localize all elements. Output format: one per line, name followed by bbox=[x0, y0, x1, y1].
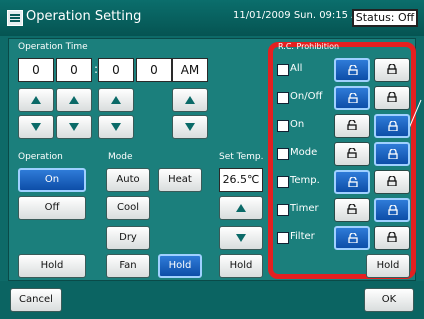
mode-cool-button[interactable]: Cool bbox=[106, 196, 150, 220]
lock-button[interactable] bbox=[374, 198, 410, 222]
temp-up-button[interactable] bbox=[219, 196, 263, 220]
mode-heat-button[interactable]: Heat bbox=[158, 168, 202, 192]
temp-field[interactable]: 26.5℃ bbox=[219, 168, 263, 192]
rc-row-label: Timer bbox=[290, 203, 319, 214]
lock-icon bbox=[387, 176, 397, 186]
cancel-button[interactable]: Cancel bbox=[10, 288, 62, 312]
lock-button[interactable] bbox=[374, 86, 410, 110]
unlock-icon bbox=[347, 120, 357, 130]
set-temp-label: Set Temp. bbox=[219, 152, 264, 162]
lock-icon bbox=[387, 92, 397, 102]
ampm-field[interactable]: AM bbox=[172, 58, 208, 82]
hour-ones-up-button[interactable] bbox=[56, 88, 92, 112]
ok-button[interactable]: OK bbox=[364, 288, 414, 312]
mode-dry-button[interactable]: Dry bbox=[106, 226, 150, 250]
footer-bar bbox=[0, 281, 424, 319]
mode-fan-button[interactable]: Fan bbox=[106, 254, 150, 278]
unlock-icon bbox=[348, 65, 358, 75]
time-hour-tens[interactable]: 0 bbox=[18, 58, 54, 82]
unlock-icon bbox=[348, 233, 358, 243]
time-minute-tens[interactable]: 0 bbox=[98, 58, 134, 82]
operation-on-button[interactable]: On bbox=[18, 168, 86, 192]
unlock-button[interactable] bbox=[334, 226, 370, 250]
unlock-button[interactable] bbox=[334, 114, 370, 138]
ampm-up-button[interactable] bbox=[172, 88, 208, 112]
lock-icon bbox=[388, 121, 398, 131]
minute-tens-up-button[interactable] bbox=[98, 88, 134, 112]
temp-hold-button[interactable]: Hold bbox=[219, 254, 263, 278]
temp-icon bbox=[277, 176, 289, 188]
lock-button[interactable] bbox=[374, 58, 410, 82]
mode-hold-button[interactable]: Hold bbox=[158, 254, 202, 278]
unlock-icon bbox=[347, 148, 357, 158]
title-bar: Operation Setting 11/01/2009 Sun. 09:15 … bbox=[0, 0, 424, 36]
hour-tens-up-button[interactable] bbox=[18, 88, 54, 112]
operation-off-button[interactable]: Off bbox=[18, 196, 86, 220]
lock-icon bbox=[388, 205, 398, 215]
lock-button[interactable] bbox=[374, 170, 410, 194]
settings-icon bbox=[7, 10, 23, 26]
filter-icon bbox=[277, 232, 289, 244]
time-hour-ones[interactable]: 0 bbox=[56, 58, 92, 82]
mode-label: Mode bbox=[108, 152, 133, 162]
rc-row-label: All bbox=[290, 63, 303, 74]
rc-row-label: Temp. bbox=[290, 175, 320, 186]
onoff-icon bbox=[277, 92, 289, 104]
temp-down-button[interactable] bbox=[219, 226, 263, 250]
hour-tens-down-button[interactable] bbox=[18, 115, 54, 139]
unlock-icon bbox=[347, 204, 357, 214]
unlock-button[interactable] bbox=[334, 142, 370, 166]
window-title: Operation Setting bbox=[26, 9, 142, 24]
operation-time-label: Operation Time bbox=[18, 42, 88, 52]
lock-button[interactable] bbox=[374, 226, 410, 250]
mode-auto-button[interactable]: Auto bbox=[106, 168, 150, 192]
lock-button[interactable] bbox=[374, 142, 410, 166]
time-minute-ones[interactable]: 0 bbox=[136, 58, 172, 82]
hour-ones-down-button[interactable] bbox=[56, 115, 92, 139]
operation-label: Operation bbox=[18, 152, 63, 162]
unlock-button[interactable] bbox=[334, 58, 370, 82]
lock-icon bbox=[387, 232, 397, 242]
rc-prohibition-label: R.C. Prohibition bbox=[278, 42, 340, 51]
rc-row-label: Mode bbox=[290, 147, 318, 158]
unlock-icon bbox=[348, 93, 358, 103]
unlock-button[interactable] bbox=[334, 198, 370, 222]
operation-hold-button[interactable]: Hold bbox=[18, 254, 86, 278]
date-time: 11/01/2009 Sun. 09:15 AM bbox=[233, 10, 367, 21]
rc-row-label: On/Off bbox=[290, 91, 323, 102]
minute-tens-down-button[interactable] bbox=[98, 115, 134, 139]
mode-icon bbox=[277, 148, 289, 160]
lock-icon bbox=[387, 64, 397, 74]
lock-icon bbox=[388, 149, 398, 159]
rc-hold-button[interactable]: Hold bbox=[366, 254, 410, 278]
unlock-button[interactable] bbox=[334, 86, 370, 110]
ampm-down-button[interactable] bbox=[172, 115, 208, 139]
status-badge: Status: Off bbox=[352, 9, 418, 27]
rc-row-label: Filter bbox=[290, 231, 315, 242]
rc-row-label: On bbox=[290, 119, 305, 130]
unlock-button[interactable] bbox=[334, 170, 370, 194]
all-icon bbox=[277, 64, 289, 76]
on-icon bbox=[277, 120, 289, 132]
timer-icon bbox=[277, 204, 289, 216]
unlock-icon bbox=[348, 177, 358, 187]
lock-button[interactable] bbox=[374, 114, 410, 138]
